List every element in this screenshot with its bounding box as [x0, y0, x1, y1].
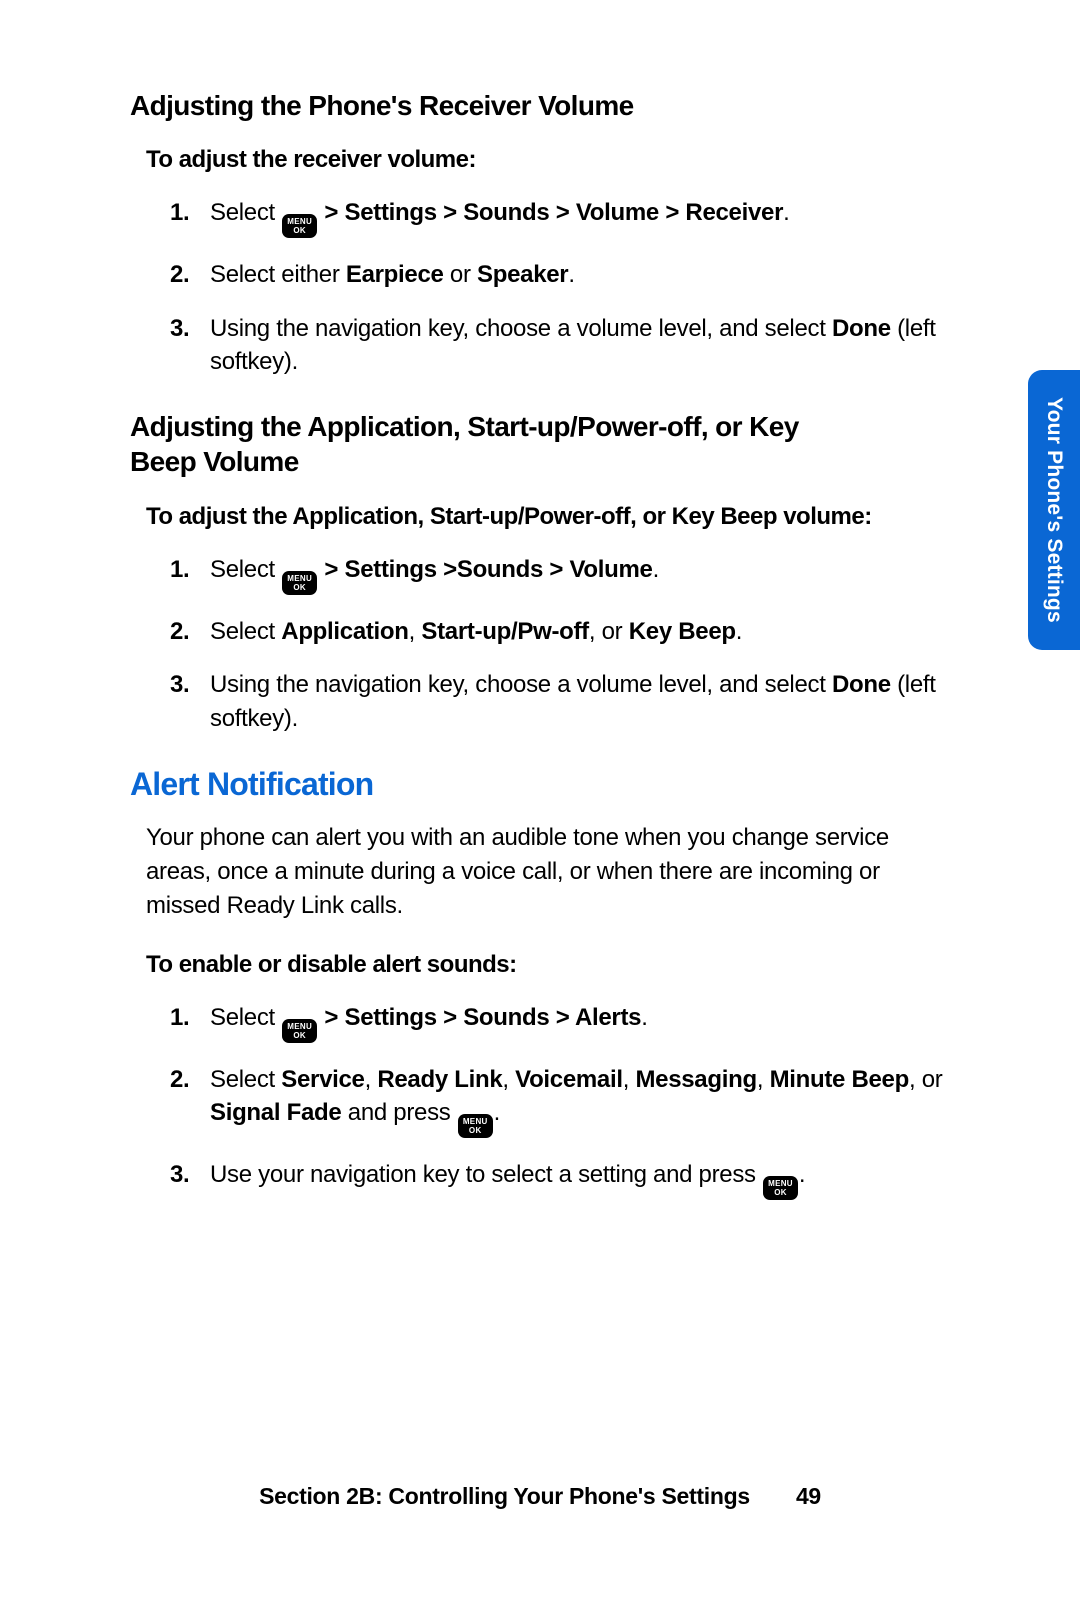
- step-body: Select Service, Ready Link, Voicemail, M…: [210, 1063, 960, 1139]
- step-body: Using the navigation key, choose a volum…: [210, 312, 960, 379]
- step-number: 2.: [170, 615, 210, 649]
- menu-ok-key-icon: MENUOK: [282, 214, 317, 238]
- step-body: Select MENUOK > Settings >Sounds > Volum…: [210, 553, 960, 595]
- list-item: 1. Select MENUOK > Settings >Sounds > Vo…: [170, 553, 960, 595]
- side-tab-label: Your Phone's Settings: [1042, 397, 1066, 623]
- menu-ok-key-icon: MENUOK: [763, 1176, 798, 1200]
- page-content: Adjusting the Phone's Receiver Volume To…: [0, 0, 1080, 1200]
- list-item: 2. Select Application, Start-up/Pw-off, …: [170, 615, 960, 649]
- list-item: 2. Select Service, Ready Link, Voicemail…: [170, 1063, 960, 1139]
- alert-paragraph: Your phone can alert you with an audible…: [146, 821, 960, 923]
- list-item: 3. Using the navigation key, choose a vo…: [170, 668, 960, 735]
- heading-receiver-volume: Adjusting the Phone's Receiver Volume: [130, 90, 960, 122]
- step-number: 3.: [170, 1158, 210, 1200]
- step-number: 3.: [170, 668, 210, 735]
- step-number: 2.: [170, 258, 210, 292]
- step-body: Select MENUOK > Settings > Sounds > Volu…: [210, 196, 960, 238]
- subheading-app: To adjust the Application, Start-up/Powe…: [146, 503, 960, 531]
- step-number: 1.: [170, 196, 210, 238]
- step-number: 1.: [170, 553, 210, 595]
- menu-ok-key-icon: MENUOK: [458, 1114, 493, 1138]
- page-number: 49: [796, 1483, 821, 1509]
- list-item: 3. Use your navigation key to select a s…: [170, 1158, 960, 1200]
- step-body: Select MENUOK > Settings > Sounds > Aler…: [210, 1001, 960, 1043]
- step-number: 3.: [170, 312, 210, 379]
- step-number: 2.: [170, 1063, 210, 1139]
- steps-receiver: 1. Select MENUOK > Settings > Sounds > V…: [130, 196, 960, 379]
- side-tab: Your Phone's Settings: [1028, 370, 1080, 650]
- steps-alert: 1. Select MENUOK > Settings > Sounds > A…: [130, 1001, 960, 1201]
- list-item: 1. Select MENUOK > Settings > Sounds > A…: [170, 1001, 960, 1043]
- heading-alert-notification: Alert Notification: [130, 766, 960, 803]
- steps-app: 1. Select MENUOK > Settings >Sounds > Vo…: [130, 553, 960, 736]
- menu-ok-key-icon: MENUOK: [282, 571, 317, 595]
- footer-section-label: Section 2B: Controlling Your Phone's Set…: [259, 1483, 750, 1509]
- list-item: 3. Using the navigation key, choose a vo…: [170, 312, 960, 379]
- list-item: 2. Select either Earpiece or Speaker.: [170, 258, 960, 292]
- subheading-alert: To enable or disable alert sounds:: [146, 951, 960, 979]
- step-number: 1.: [170, 1001, 210, 1043]
- step-body: Select Application, Start-up/Pw-off, or …: [210, 615, 960, 649]
- step-body: Using the navigation key, choose a volum…: [210, 668, 960, 735]
- step-body: Use your navigation key to select a sett…: [210, 1158, 960, 1200]
- step-body: Select either Earpiece or Speaker.: [210, 258, 960, 292]
- heading-app-volume: Adjusting the Application, Start-up/Powe…: [130, 409, 830, 479]
- subheading-receiver: To adjust the receiver volume:: [146, 146, 960, 174]
- menu-ok-key-icon: MENUOK: [282, 1019, 317, 1043]
- list-item: 1. Select MENUOK > Settings > Sounds > V…: [170, 196, 960, 238]
- page-footer: Section 2B: Controlling Your Phone's Set…: [0, 1483, 1080, 1510]
